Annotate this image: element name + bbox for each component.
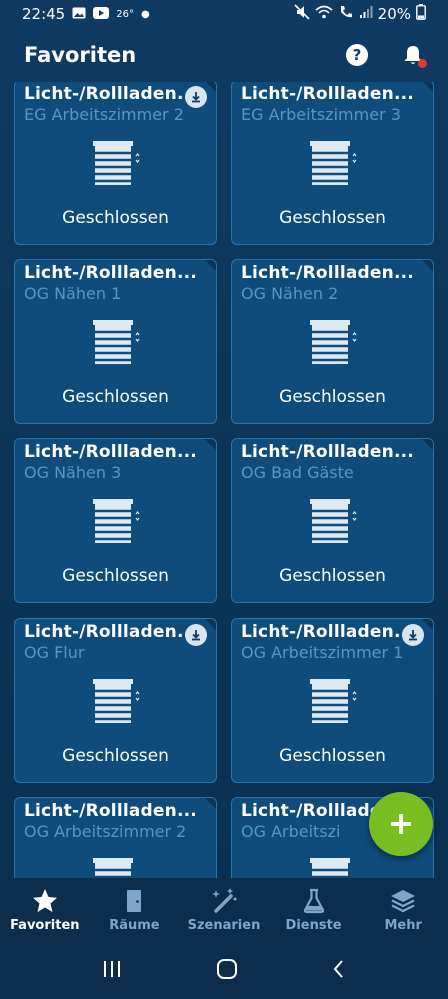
nav-item-mehr[interactable]: Mehr — [358, 878, 448, 942]
signal-icon — [359, 5, 373, 23]
tile-room-name: OG Bad Gäste — [241, 463, 354, 482]
tile-status: Geschlossen — [279, 387, 386, 407]
tile-device-name: Licht-/Rollladen... — [241, 442, 414, 462]
page-title: Favoriten — [24, 43, 137, 67]
nav-item-dienste[interactable]: Dienste — [269, 878, 359, 942]
app-bar: Favoriten ? — [0, 28, 448, 82]
tile-device-name: Licht-/Rollladen... — [241, 263, 414, 283]
tile-device-name: Licht-/Rollladen... — [241, 622, 414, 642]
notifications-button[interactable] — [402, 44, 427, 68]
download-icon[interactable] — [185, 86, 207, 108]
tile-room-name: OG Nähen 3 — [24, 463, 122, 482]
tile-room-name: OG Arbeitszi — [241, 822, 341, 841]
shutter-icon — [310, 141, 357, 185]
tile-device-name: Licht-/Rollladen... — [24, 622, 197, 642]
tile-room-name: EG Arbeitszimmer 2 — [24, 105, 184, 124]
star-icon — [32, 889, 57, 912]
add-favorite-button[interactable] — [369, 792, 433, 856]
shutter-icon — [93, 141, 140, 185]
status-battery: 20% — [377, 5, 411, 23]
device-tile[interactable]: Licht-/Rollladen... EG Arbeitszimmer 3 G… — [231, 82, 434, 245]
bottom-nav: Favoriten Räume Szenarien Dienste Mehr — [0, 878, 448, 942]
shutter-icon — [310, 499, 357, 543]
recent-apps-icon — [104, 960, 121, 977]
wifi-icon — [315, 5, 333, 23]
nav-label: Räume — [109, 918, 160, 933]
shutter-icon — [310, 679, 357, 723]
tile-room-name: OG Arbeitszimmer 1 — [241, 643, 404, 662]
status-temp: 26° — [116, 8, 134, 20]
magic-wand-icon — [211, 888, 237, 913]
shutter-icon — [310, 320, 357, 364]
tile-room-name: OG Nähen 2 — [241, 284, 339, 303]
nav-label: Szenarien — [187, 918, 261, 933]
tile-status: Geschlossen — [62, 387, 169, 407]
door-icon — [127, 890, 142, 912]
device-tile[interactable]: Licht-/Rollladen... OG Nähen 2 Geschloss… — [231, 259, 434, 424]
shutter-icon — [310, 858, 350, 878]
tile-device-name: Licht-/Rollladen... — [241, 84, 414, 104]
tile-device-name: Licht-/Rollladen... — [24, 442, 197, 462]
device-tile[interactable]: Licht-/Rollladen... OG Nähen 1 Geschloss… — [14, 259, 217, 424]
device-tile[interactable]: Licht-/Rollladen... OG Bad Gäste Geschlo… — [231, 438, 434, 603]
battery-icon — [416, 4, 426, 24]
home-button[interactable] — [216, 958, 238, 984]
tile-room-name: EG Arbeitszimmer 3 — [241, 105, 401, 124]
help-icon[interactable]: ? — [346, 44, 368, 66]
back-icon — [333, 959, 343, 978]
device-tile[interactable]: Licht-/Rollladen... OG Arbeitszimmer 1 G… — [231, 618, 434, 783]
download-icon[interactable] — [402, 624, 424, 646]
device-tile[interactable]: Licht-/Rollladen... OG Arbeitszimmer 2 — [14, 797, 217, 878]
plus-icon — [391, 814, 411, 834]
layers-icon — [391, 890, 416, 913]
dot-icon: ● — [140, 8, 150, 20]
home-icon — [216, 958, 237, 979]
tile-status: Geschlossen — [279, 566, 386, 586]
gallery-icon — [72, 7, 86, 22]
shutter-icon — [93, 320, 140, 364]
nav-label: Mehr — [384, 918, 422, 933]
nav-label: Dienste — [285, 918, 342, 933]
notification-badge — [418, 59, 427, 68]
youtube-icon — [93, 6, 110, 22]
shutter-icon — [93, 679, 140, 723]
tile-room-name: OG Nähen 1 — [24, 284, 122, 303]
tile-status: Geschlossen — [62, 208, 169, 228]
back-button[interactable] — [331, 959, 347, 983]
tile-status: Geschlossen — [62, 746, 169, 766]
mute-icon — [294, 4, 310, 24]
tile-device-name: Licht-/Rollladen... — [24, 263, 197, 283]
device-tile[interactable]: Licht-/Rollladen... EG Arbeitszimmer 2 G… — [14, 82, 217, 245]
tile-device-name: Licht-/Rollladen... — [24, 801, 197, 821]
shutter-icon — [93, 499, 140, 543]
nav-item-raeume[interactable]: Räume — [90, 878, 180, 942]
device-tile[interactable]: Licht-/Rollladen... OG Flur Geschlossen — [14, 618, 217, 783]
wifi-call-icon — [338, 4, 354, 24]
recent-apps-button[interactable] — [101, 959, 123, 983]
device-tile[interactable]: Licht-/Rollladen... OG Nähen 3 Geschloss… — [14, 438, 217, 603]
shutter-icon — [93, 858, 133, 878]
nav-item-favoriten[interactable]: Favoriten — [0, 878, 90, 942]
tile-room-name: OG Arbeitszimmer 2 — [24, 822, 187, 841]
status-bar: 22:45 26° ● 20% — [0, 0, 448, 28]
nav-label: Favoriten — [10, 918, 80, 933]
download-icon[interactable] — [185, 624, 207, 646]
status-time: 22:45 — [22, 5, 66, 23]
favorites-grid: Licht-/Rollladen... EG Arbeitszimmer 2 G… — [14, 82, 434, 878]
flask-icon — [303, 888, 324, 914]
tile-status: Geschlossen — [62, 566, 169, 586]
tile-device-name: Licht-/Rollladen... — [24, 84, 197, 104]
system-nav-bar — [0, 942, 448, 999]
tile-status: Geschlossen — [279, 746, 386, 766]
tile-room-name: OG Flur — [24, 643, 85, 662]
tile-status: Geschlossen — [279, 208, 386, 228]
nav-item-szenarien[interactable]: Szenarien — [179, 878, 269, 942]
